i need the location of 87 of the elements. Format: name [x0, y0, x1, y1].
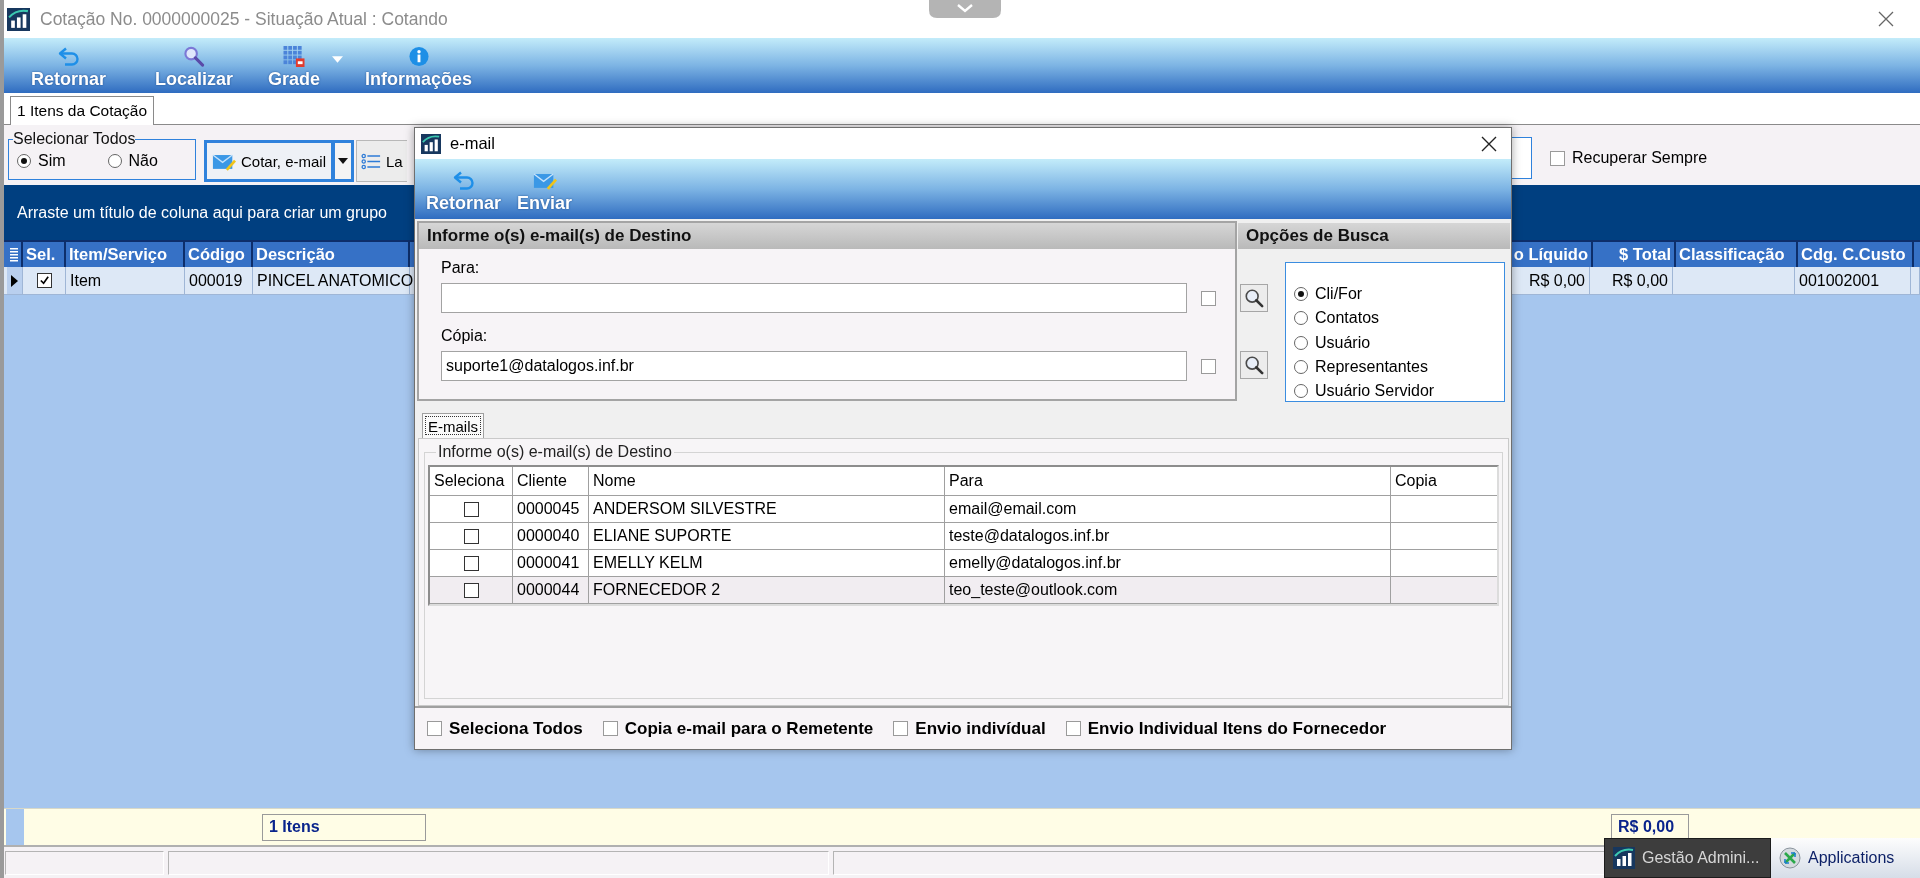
table-row[interactable]: 0000044 FORNECEDOR 2 teo_teste@outlook.com	[430, 576, 1497, 604]
table-row[interactable]: 0000045 ANDERSOM SILVESTRE email@email.com	[430, 495, 1497, 522]
search-icon	[1244, 288, 1264, 308]
field-label: Para:	[441, 259, 480, 276]
window-title: Cotação No. 0000000025 - Situação Atual : Cotando	[40, 8, 448, 30]
radio-button[interactable]	[1294, 359, 1308, 374]
group-label: Selecionar Todos	[13, 130, 136, 148]
bar-chart-app-icon	[1613, 847, 1635, 869]
table-cell: 000019	[185, 267, 253, 294]
checkbox[interactable]	[893, 721, 909, 736]
checkbox-label: Envio Individual Itens do Fornecedor	[1087, 718, 1387, 739]
radio-label: Usuário Servidor	[1315, 382, 1435, 401]
input-field[interactable]: suporte1@datalogos.inf.br	[441, 351, 1187, 381]
checkbox[interactable]	[463, 501, 479, 517]
table-cell: email@email.com	[945, 496, 1391, 522]
checkbox-label: Recuperar Sempre	[1572, 149, 1708, 167]
radio-button[interactable]	[17, 154, 31, 168]
radio-label: Contatos	[1315, 309, 1380, 328]
search-button[interactable]	[1240, 351, 1268, 379]
radio-button[interactable]	[1294, 335, 1308, 350]
grid-icon	[282, 46, 307, 67]
info-icon	[406, 46, 431, 67]
checkbox[interactable]	[602, 721, 618, 736]
checkbox[interactable]	[463, 528, 479, 544]
checkbox-label: Seleciona Todos	[449, 718, 583, 739]
radio-label: Sim	[38, 152, 66, 170]
radio-label: Não	[128, 152, 158, 170]
table-cell: teste@datalogos.inf.br	[945, 523, 1391, 549]
checkbox[interactable]	[1065, 721, 1081, 736]
undo-arrow-icon	[451, 170, 476, 191]
checkbox[interactable]	[463, 555, 479, 571]
column-chooser-icon[interactable]	[10, 247, 18, 262]
close-icon[interactable]	[1481, 135, 1497, 152]
table-cell: ANDERSOM SILVESTRE	[589, 496, 945, 522]
radio-label: Usuário	[1315, 333, 1371, 352]
checkbox-label: Copia e-mail para o Remetente	[624, 718, 874, 739]
undo-arrow-icon	[56, 46, 81, 67]
table-cell: Item	[66, 267, 185, 294]
table-cell: ELIANE SUPORTE	[589, 523, 945, 549]
radio-button[interactable]	[1294, 311, 1308, 326]
group-label: Informe o(s) e-mail(s) de Destino	[437, 443, 673, 461]
panel-header: Informe o(s) e-mail(s) de Destino	[419, 223, 1235, 249]
list-icon	[361, 152, 382, 170]
taskbar-button[interactable]: Gestão Admini...	[1604, 838, 1771, 878]
tab[interactable]: E-mails	[422, 413, 484, 438]
panel-header: Opções de Busca	[1238, 223, 1510, 249]
list-button[interactable]: La	[356, 140, 407, 182]
table-cell: 0000044	[513, 577, 589, 603]
checkbox[interactable]	[1550, 150, 1565, 166]
search-button[interactable]	[1240, 284, 1268, 312]
group-by-hint: Arraste um título de coluna aqui para criar um grupo	[17, 203, 387, 222]
checkbox[interactable]	[427, 721, 442, 736]
bar-chart-app-icon	[421, 133, 441, 154]
checkbox[interactable]	[1201, 290, 1216, 306]
table-row[interactable]: 0000040 ELIANE SUPORTE teste@datalogos.inf.br	[430, 522, 1497, 549]
table-cell: 001002001	[1795, 267, 1911, 294]
tab[interactable]: 1 Itens da Cotação	[10, 96, 155, 125]
checkbox[interactable]	[463, 582, 479, 598]
checkbox[interactable]	[36, 273, 52, 288]
column-header[interactable]: Para	[945, 467, 1391, 495]
radio-button[interactable]	[1294, 286, 1308, 301]
caret-icon[interactable]	[338, 158, 349, 164]
table-cell: 0000040	[513, 523, 589, 549]
radio-button[interactable]	[107, 154, 122, 168]
search-icon	[182, 46, 207, 67]
taskbar-button[interactable]: Applications	[1771, 838, 1920, 878]
input-field[interactable]	[441, 283, 1187, 313]
table-cell: FORNECEDOR 2	[589, 577, 945, 603]
bar-chart-app-icon	[7, 7, 30, 31]
field-label: Cópia:	[441, 327, 488, 344]
checkbox-label: Envio indivídual	[915, 718, 1046, 739]
crossed-arrows-icon	[1779, 847, 1801, 869]
radio-label: Representantes	[1315, 357, 1428, 376]
checkbox[interactable]	[1201, 358, 1216, 374]
table-cell: R$ 0,00	[1590, 267, 1673, 294]
item-count: 1 Itens	[262, 813, 426, 841]
dialog-title: e-mail	[450, 134, 495, 153]
quote-email-button[interactable]: Cotar, e-mail	[204, 140, 355, 182]
radio-label: Cli/For	[1315, 284, 1363, 303]
column-header[interactable]: Seleciona	[430, 467, 513, 495]
column-header[interactable]: Copia	[1391, 467, 1497, 495]
table-cell: 0000045	[513, 496, 589, 522]
table-cell: teo_teste@outlook.com	[945, 577, 1391, 603]
search-icon	[1244, 355, 1264, 375]
radio-button[interactable]	[1294, 384, 1308, 399]
column-header[interactable]: Nome	[589, 467, 945, 495]
column-header[interactable]: Cliente	[513, 467, 589, 495]
